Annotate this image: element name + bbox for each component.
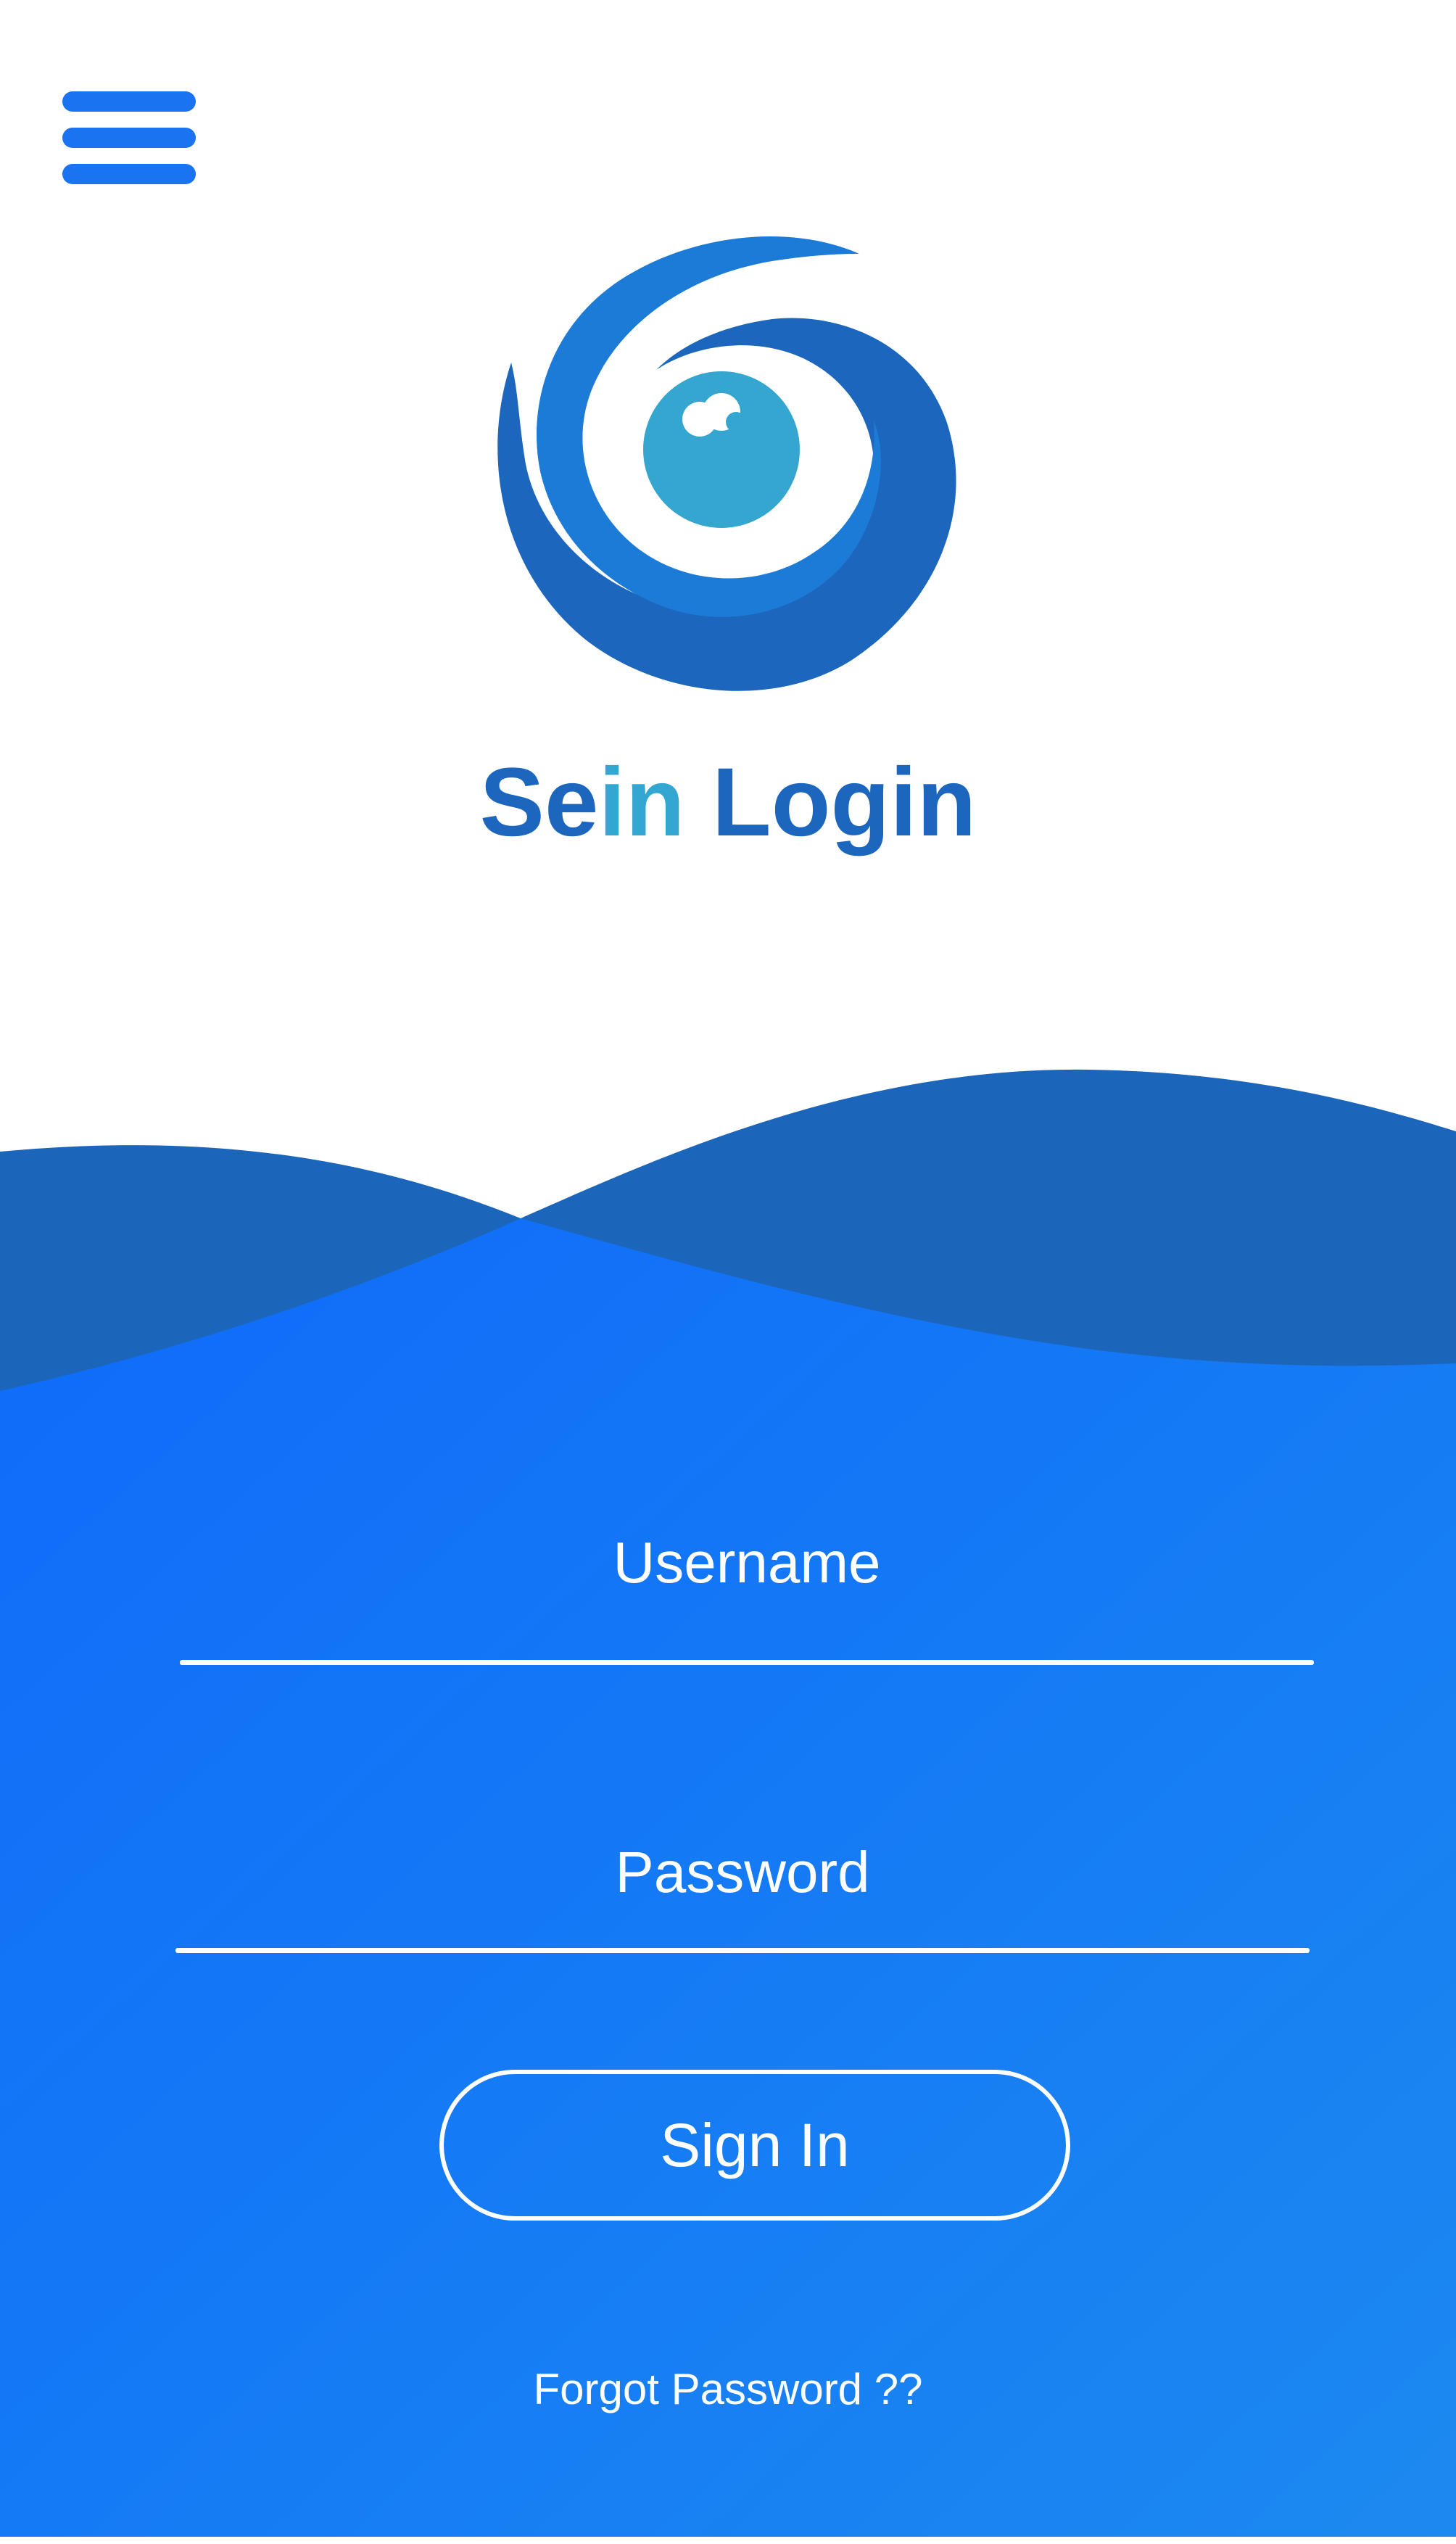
password-underline [175, 1948, 1310, 1953]
hamburger-menu-icon[interactable] [62, 86, 199, 189]
title-part-in: in [598, 748, 685, 856]
sign-in-button[interactable]: Sign In [439, 2070, 1070, 2221]
login-screen: Sein Login Username Password Sign In For… [0, 0, 1456, 2544]
menu-bar-top [62, 91, 196, 112]
title-part-login: Login [711, 748, 977, 856]
app-title: Sein Login [0, 747, 1456, 858]
username-placeholder: Username [613, 1530, 881, 1595]
title-part-se: Se [479, 748, 599, 856]
swirl-eye-logo [497, 236, 956, 691]
menu-bar-middle [62, 128, 196, 148]
username-underline [180, 1660, 1314, 1665]
password-placeholder: Password [615, 1840, 870, 1904]
menu-bar-bottom [62, 164, 196, 184]
title-space [685, 748, 712, 856]
password-field[interactable]: Password [175, 1833, 1310, 1953]
username-field[interactable]: Username [180, 1523, 1314, 1665]
forgot-password-link[interactable]: Forgot Password ?? [0, 2364, 1456, 2414]
bottom-strip [0, 2537, 1456, 2544]
